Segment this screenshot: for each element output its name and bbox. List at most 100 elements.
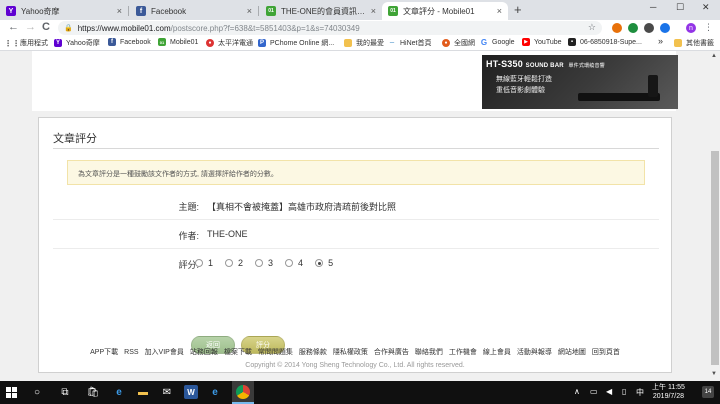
scroll-up-icon[interactable]: ▲ xyxy=(711,53,717,59)
minimize-icon[interactable]: ─ xyxy=(650,2,656,12)
score-radio-4[interactable] xyxy=(285,259,294,267)
bookmark-mobile01[interactable]: 01 Mobile01 xyxy=(158,38,198,46)
scroll-down-icon[interactable]: ▼ xyxy=(711,371,717,377)
extension-icon[interactable] xyxy=(660,23,670,33)
bookmark-favorites[interactable]: 我的最愛 xyxy=(344,38,384,48)
topic-label: 主題: xyxy=(178,202,199,212)
footer-link-download[interactable]: 檔案下載 xyxy=(224,349,252,356)
task-view-icon[interactable]: ⧉ xyxy=(58,385,72,399)
ie-icon[interactable]: e xyxy=(208,385,222,399)
footer-link-vip[interactable]: 加入VIP會員 xyxy=(145,349,184,356)
footer-link-events[interactable]: 活動與報導 xyxy=(517,349,552,356)
close-tab-icon[interactable]: × xyxy=(497,6,502,16)
bookmark-label: 06-6850918-Supe... xyxy=(580,38,642,46)
tab-article-score[interactable]: 01 文章評分 - Mobile01 × xyxy=(382,2,508,20)
score-radio-3[interactable] xyxy=(255,259,264,267)
maximize-icon[interactable]: ☐ xyxy=(676,2,684,13)
score-option-2[interactable]: 2 xyxy=(225,258,243,268)
score-radio-1[interactable] xyxy=(195,259,203,267)
word-icon[interactable]: W xyxy=(184,385,198,399)
extension-icon[interactable] xyxy=(644,23,654,33)
score-option-3[interactable]: 3 xyxy=(255,258,273,268)
back-arrow-icon[interactable]: ← xyxy=(8,21,19,33)
chrome-icon xyxy=(236,385,250,399)
title-divider xyxy=(53,148,659,149)
score-option-1[interactable]: 1 xyxy=(195,258,213,268)
footer-link-ads[interactable]: 合作與廣告 xyxy=(374,349,409,356)
page-viewport: HT-S350 SOUND BAR 單件式環繞音響 無線藍牙輕鬆打造 重低音影劇… xyxy=(0,51,710,381)
close-window-icon[interactable]: ✕ xyxy=(702,2,710,13)
bookmark-supe[interactable]: ▪ 06-6850918-Supe... xyxy=(568,38,642,46)
bookmark-star-icon[interactable]: ☆ xyxy=(588,22,596,33)
bookmark-national[interactable]: ● 全國網 xyxy=(442,38,475,48)
battery-icon[interactable]: ▯ xyxy=(622,387,626,396)
footer-link-online[interactable]: 線上會員 xyxy=(483,349,511,356)
bookmark-google[interactable]: G Google xyxy=(480,38,515,47)
apps-grid-icon: ⋮⋮ xyxy=(4,38,20,48)
notification-icon[interactable]: 14 xyxy=(702,386,714,398)
edge-icon[interactable]: e xyxy=(112,385,126,399)
bookmark-label: 應用程式 xyxy=(20,40,48,47)
bookmark-hinet[interactable]: ─ HiNet首頁 xyxy=(388,38,432,48)
extension-icon[interactable] xyxy=(628,23,638,33)
tab-yahoo[interactable]: Y Yahoo奇摩 × xyxy=(0,2,128,20)
profile-avatar[interactable]: n xyxy=(686,23,696,33)
network-icon[interactable]: ▭ xyxy=(590,387,598,396)
bookmark-youtube[interactable]: ▶ YouTube xyxy=(522,38,562,46)
footer-link-app[interactable]: APP下載 xyxy=(90,349,118,356)
ime-indicator[interactable]: 中 xyxy=(636,387,644,398)
bookmark-label: Mobile01 xyxy=(170,38,199,46)
facebook-icon: f xyxy=(108,38,116,46)
reload-icon[interactable]: C xyxy=(42,21,50,33)
score-radio-5[interactable] xyxy=(315,259,324,267)
scroll-thumb[interactable] xyxy=(711,151,719,365)
file-explorer-icon[interactable]: ▬ xyxy=(136,385,150,399)
footer-link-privacy[interactable]: 隱私權政策 xyxy=(333,349,368,356)
hinet-icon: ─ xyxy=(389,40,395,46)
score-option-5[interactable]: 5 xyxy=(315,258,333,268)
bookmark-pchome[interactable]: P PChome Online 網... xyxy=(258,38,334,48)
close-tab-icon[interactable]: × xyxy=(117,6,122,16)
soundbar-ad-banner[interactable]: HT-S350 SOUND BAR 單件式環繞音響 無線藍牙輕鬆打造 重低音影劇… xyxy=(482,55,678,109)
bookmark-other[interactable]: 其他書籤 xyxy=(674,38,714,48)
bookmark-apps[interactable]: ⋮⋮ 應用程式 xyxy=(4,38,48,48)
bookmark-facebook[interactable]: f Facebook xyxy=(108,38,151,46)
system-clock[interactable]: 上午 11:55 2019/7/28 xyxy=(652,383,685,401)
footer-link-jobs[interactable]: 工作機會 xyxy=(449,349,477,356)
browser-menu-icon[interactable]: ⋮ xyxy=(704,22,713,33)
search-icon[interactable]: ○ xyxy=(30,385,44,399)
score-option-4[interactable]: 4 xyxy=(285,258,303,268)
tab-title: Facebook xyxy=(151,6,187,16)
clock-date: 2019/7/28 xyxy=(652,393,685,400)
tab-facebook[interactable]: f Facebook × xyxy=(130,2,258,20)
bookmark-pacific[interactable]: ● 太平洋電通 xyxy=(206,38,253,48)
page-scrollbar[interactable]: ▲ ▼ xyxy=(710,51,720,381)
score-row: 評分: 1 2 3 4 5 xyxy=(53,250,659,278)
extension-icon[interactable] xyxy=(612,23,622,33)
close-tab-icon[interactable]: × xyxy=(371,6,376,16)
footer-link-rss[interactable]: RSS xyxy=(124,349,138,356)
score-notice: 為文章評分是一種鼓勵該文作者的方式, 請選擇評給作者的分數。 xyxy=(67,160,645,185)
footer-link-faq[interactable]: 常問問題集 xyxy=(258,349,293,356)
footer-link-top[interactable]: 回到頁首 xyxy=(592,349,620,356)
volume-icon[interactable]: ◀ xyxy=(606,387,612,396)
browser-toolbar: ← → C 🔒 https://www.mobile01.com /postsc… xyxy=(0,20,720,36)
close-tab-icon[interactable]: × xyxy=(247,6,252,16)
bookmark-yahoo[interactable]: Y Yahoo奇摩 xyxy=(54,38,100,48)
author-row: 作者: THE-ONE xyxy=(53,221,659,249)
pchome-icon: P xyxy=(258,39,266,47)
forward-arrow-icon[interactable]: → xyxy=(25,21,36,33)
windows-start-icon[interactable] xyxy=(6,387,17,398)
address-bar[interactable]: 🔒 https://www.mobile01.com /postscore.ph… xyxy=(58,21,602,35)
footer-link-contact[interactable]: 聯絡我們 xyxy=(415,349,443,356)
footer-link-terms[interactable]: 服務條款 xyxy=(299,349,327,356)
store-icon[interactable]: 🛍 xyxy=(86,385,100,399)
tray-expand-icon[interactable]: ∧ xyxy=(574,387,580,396)
footer-link-report[interactable]: 站務回報 xyxy=(190,349,218,356)
mail-icon[interactable]: ✉ xyxy=(160,385,174,399)
bookmarks-overflow-icon[interactable]: » xyxy=(658,36,663,46)
score-radio-2[interactable] xyxy=(225,259,234,267)
new-tab-button[interactable]: + xyxy=(514,2,522,17)
footer-link-sitemap[interactable]: 網站地圖 xyxy=(558,349,586,356)
tab-member-info[interactable]: 01 THE-ONE的會員資訊 - Mobile01 × xyxy=(260,2,382,20)
